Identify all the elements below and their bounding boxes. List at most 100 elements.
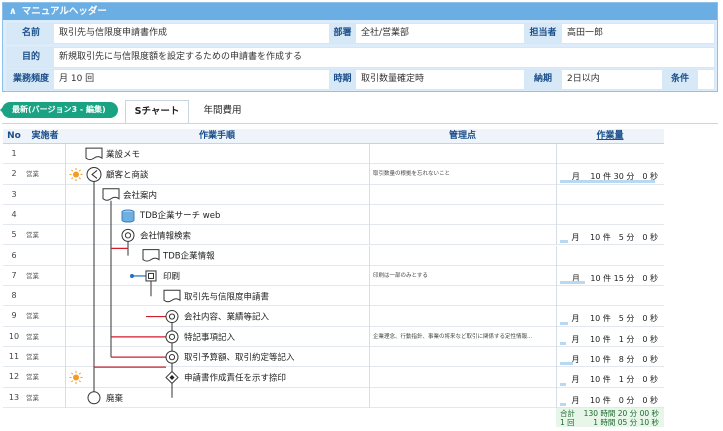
row-management-point — [369, 184, 555, 205]
row-number: 3 — [11, 189, 17, 199]
owner-label: 担当者 — [524, 24, 562, 43]
row-number: 8 — [11, 291, 17, 301]
flow-op-fill-budget-inner — [168, 354, 176, 361]
flow-label-memo: 業設メモ — [106, 149, 140, 160]
flow-search-op-inner — [124, 232, 132, 239]
row-work-time: 月 10 件 5 分 0 秒 — [556, 306, 664, 327]
row-work-time: 月 10 件 5 分 0 秒 — [556, 225, 664, 246]
row-work-time: 月 10 件 0 分 0 秒 — [556, 387, 664, 408]
total-label: 合計 — [560, 409, 575, 418]
flow-doc-memo — [85, 147, 103, 161]
row-executor — [25, 144, 65, 164]
row-work-time: 月 10 件 8 分 0 秒 — [556, 347, 664, 368]
flow-area: 業設メモ 顧客と商談 会社案内 TDB企業サーチ web 会社情報検索 TDB企業情報 印刷… — [65, 144, 369, 408]
row-management-point — [369, 286, 555, 307]
flow-label-print: 印刷 — [163, 271, 180, 282]
row-management-point: 取引数量の根拠を忘れないこと — [369, 164, 555, 185]
row-management-point — [369, 144, 555, 165]
sun-icon — [69, 370, 83, 384]
row-work-time: 月 10 件 30 分 0 秒 — [556, 164, 664, 185]
col-header-executor: 実施者 — [25, 129, 65, 144]
col-header-no: No — [3, 129, 25, 144]
flow-label-fill-company: 会社内容、業績等記入 — [184, 312, 270, 323]
frequency-label: 業務頻度 — [8, 70, 54, 89]
purpose-value: 新規取引先に与信限度額を設定するための申請書を作成する — [59, 52, 303, 62]
flow-label-tdb-info: TDB企業情報 — [162, 251, 215, 262]
version-badge[interactable]: 最新(バージョン3 - 編集) — [0, 102, 118, 118]
row-executor — [25, 286, 65, 306]
row-number: 6 — [11, 250, 17, 260]
row-number: 7 — [11, 270, 17, 280]
row-number: 11 — [8, 352, 20, 361]
row-executor: 営業 — [26, 170, 39, 179]
work-time-header-link[interactable]: 作業量 — [596, 131, 623, 141]
work-time-bar — [560, 402, 566, 406]
row-number: 9 — [11, 311, 17, 321]
purpose-label: 目的 — [8, 48, 54, 67]
row-work-time: 月 10 件 15 分 0 秒 — [556, 265, 664, 287]
work-time-bar — [560, 240, 568, 244]
row-management-point: 企業理念、行動指針、事業の将来など取引に関係する定性情報... — [369, 326, 555, 347]
row-executor: 営業 — [26, 353, 39, 361]
flow-label-fill-budget: 取引予算額、取引約定等記入 — [184, 352, 295, 363]
deadline-label: 納期 — [524, 70, 562, 89]
col-header-management: 管理点 — [369, 129, 556, 144]
dept-value: 全社/営業部 — [361, 28, 410, 38]
timing-label: 時期 — [329, 70, 356, 89]
deadline-value: 2日以内 — [567, 74, 600, 84]
work-time-bar — [560, 179, 655, 183]
flow-label-stamp: 申請書作成責任を示す捺印 — [184, 372, 286, 383]
col-header-procedure: 作業手順 — [65, 129, 369, 144]
name-label: 名前 — [8, 24, 54, 43]
row-executor: 営業 — [26, 271, 39, 280]
flow-label-company-info: 会社案内 — [123, 190, 157, 201]
flow-disposal-symbol — [87, 391, 101, 405]
tab-divider — [2, 123, 718, 124]
work-time-bar — [560, 281, 585, 285]
row-management-point — [369, 204, 555, 226]
row-work-time — [556, 286, 664, 307]
tab-annual-cost[interactable]: 年間費用 — [195, 100, 250, 124]
row-management-point — [369, 367, 555, 388]
flow-meeting-symbol — [86, 166, 102, 182]
frequency-value: 月 10 回 — [59, 74, 95, 84]
flow-op-fill-company-inner — [168, 313, 176, 320]
total-summary: 合計 1 回 130 時間 20 分 00 秒1 時間 05 分 10 秒 — [556, 408, 664, 427]
row-management-point — [369, 225, 555, 246]
manual-header-title: マニュアルヘッダー — [21, 6, 107, 17]
row-number: 1 — [11, 149, 17, 158]
row-executor — [25, 185, 65, 205]
row-number: 4 — [11, 209, 17, 219]
row-work-time — [556, 144, 664, 165]
sun-icon — [69, 167, 83, 181]
col-header-work-time[interactable]: 作業量 — [556, 129, 664, 144]
work-time-bar — [560, 382, 566, 386]
row-work-time — [556, 184, 664, 205]
flow-label-disposal: 廃棄 — [106, 393, 124, 404]
row-number: 10 — [8, 331, 20, 341]
condition-label: 条件 — [662, 70, 698, 89]
row-management-point — [369, 245, 555, 266]
s-chart-table: No 実施者 作業手順 管理点 作業量 1 2 営業 取引数量の根拠を忘れないこと月 … — [3, 129, 664, 427]
manual-header-title-bar[interactable]: ∧ マニュアルヘッダー — [3, 3, 717, 20]
flow-op-fill-notes-inner — [168, 333, 176, 340]
flow-doc-company-info — [102, 188, 120, 201]
flow-label-meeting: 顧客と商談 — [106, 169, 149, 180]
row-management-point — [369, 306, 555, 327]
row-executor: 営業 — [26, 231, 39, 240]
timing-value: 取引数量確定時 — [361, 74, 425, 84]
manual-header-panel: ∧ マニュアルヘッダー 名前 取引先与信限度申請書作成 部署 全社/営業部 担当者… — [2, 2, 718, 92]
chevron-up-icon[interactable]: ∧ — [9, 3, 17, 20]
header-row-purpose: 目的 新規取引先に与信限度額を設定するための申請書を作成する — [7, 47, 715, 68]
flow-diagram: 業設メモ顧客と商談会社案内 TDB企業サーチ web 会社情報検索 TDB企業情報印刷… — [69, 147, 295, 405]
flow-label-fill-notes: 特記事項記入 — [184, 332, 236, 343]
row-number: 5 — [11, 230, 17, 240]
row-work-time — [556, 245, 664, 266]
flow-blue-dot — [130, 273, 134, 278]
name-value: 取引先与信限度申請書作成 — [59, 28, 168, 38]
tab-schart[interactable]: Sチャート — [125, 100, 189, 124]
flow-db-body — [121, 212, 135, 223]
row-management-point: 印刷は一部のみとする — [369, 265, 555, 287]
work-time-bar — [560, 341, 566, 345]
owner-value: 高田一郎 — [567, 28, 604, 38]
